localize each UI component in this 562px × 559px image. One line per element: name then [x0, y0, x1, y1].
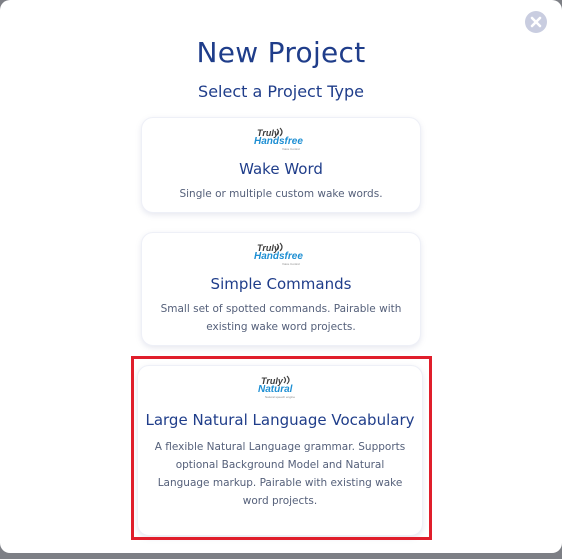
- dialog-subtitle: Select a Project Type: [198, 82, 364, 101]
- truly-handsfree-logo: Truly Handsfree Voice Control: [254, 127, 308, 152]
- logo-line2: Handsfree: [254, 136, 303, 147]
- truly-natural-logo: Truly Natural Natural speech engine: [258, 375, 302, 400]
- new-project-dialog: New Project Select a Project Type Truly …: [0, 0, 562, 553]
- truly-handsfree-logo: Truly Handsfree Voice Control: [254, 242, 308, 267]
- backdrop-strip: [0, 553, 562, 559]
- project-type-wake-word[interactable]: Truly Handsfree Voice Control Wake Word …: [141, 117, 421, 213]
- card-description: Single or multiple custom wake words.: [179, 188, 383, 200]
- card-description: A flexible Natural Language grammar. Sup…: [154, 441, 406, 507]
- project-type-large-natural-language[interactable]: Truly Natural Natural speech engine Larg…: [137, 365, 423, 536]
- project-type-simple-commands[interactable]: Truly Handsfree Voice Control Simple Com…: [141, 232, 421, 346]
- close-button[interactable]: [525, 11, 547, 33]
- card-description: Small set of spotted commands. Pairable …: [160, 303, 402, 333]
- card-title: Large Natural Language Vocabulary: [145, 411, 415, 429]
- card-title: Wake Word: [239, 160, 323, 178]
- dialog-title: New Project: [196, 36, 366, 69]
- logo-tagline: Voice Control: [282, 147, 300, 151]
- logo-tagline: Natural speech engine: [265, 395, 296, 399]
- close-icon: [530, 16, 542, 28]
- logo-tagline: Voice Control: [282, 262, 300, 266]
- card-title: Simple Commands: [210, 275, 352, 293]
- logo-line2: Handsfree: [254, 251, 303, 262]
- logo-line2: Natural: [258, 384, 293, 395]
